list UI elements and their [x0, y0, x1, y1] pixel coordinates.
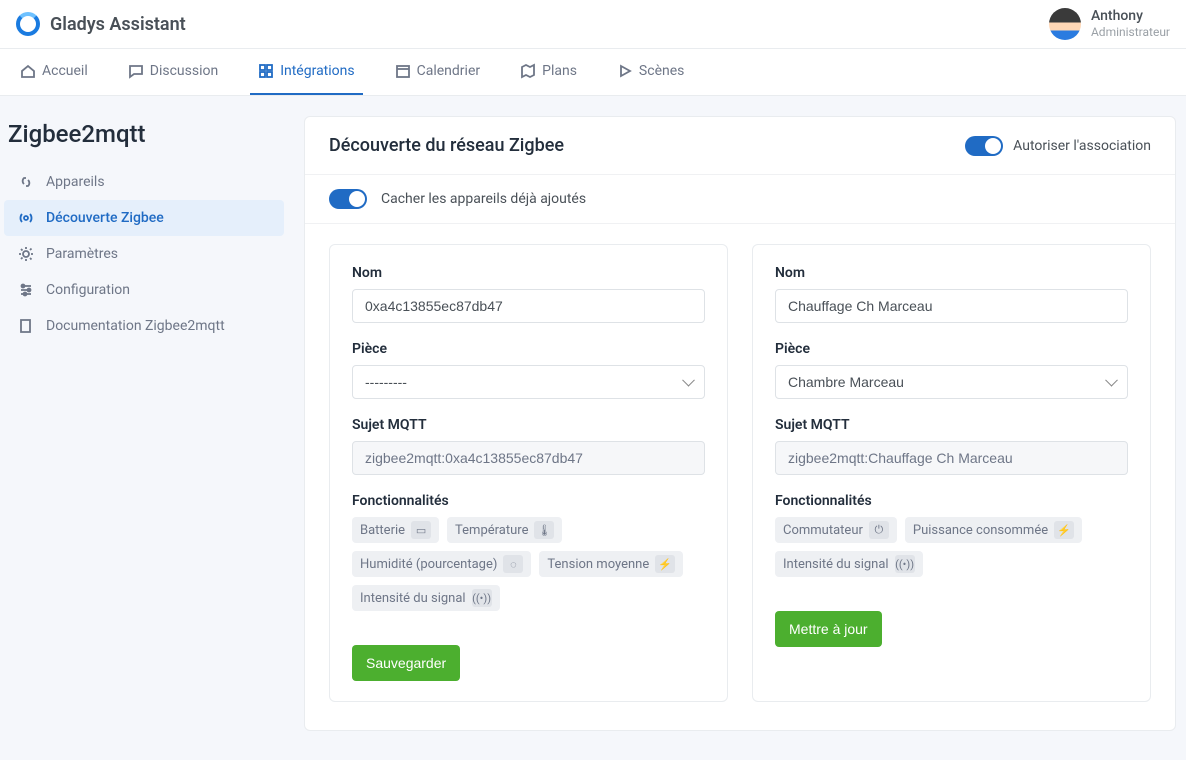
sidebar-item-decouverte[interactable]: Découverte Zigbee [4, 200, 284, 236]
mqtt-input [775, 441, 1128, 475]
feature-tag: Tension moyenne⚡ [539, 551, 683, 577]
link-icon [18, 174, 34, 190]
broadcast-icon [18, 210, 34, 226]
user-name: Anthony [1091, 8, 1170, 25]
mqtt-input [352, 441, 705, 475]
nav-label: Accueil [42, 63, 88, 79]
sidebar: Zigbee2mqtt Appareils Découverte Zigbee … [0, 96, 300, 751]
chat-icon [128, 63, 144, 79]
feature-tag: Intensité du signal((•)) [775, 551, 923, 577]
power-icon: ⏻ [869, 521, 889, 539]
mqtt-label: Sujet MQTT [775, 417, 1128, 433]
top-nav: Accueil Discussion Intégrations Calendri… [0, 49, 1186, 96]
user-menu[interactable]: Anthony Administrateur [1049, 8, 1170, 40]
avatar [1049, 8, 1081, 40]
logo-icon [16, 12, 40, 36]
nav-plans[interactable]: Plans [512, 49, 585, 95]
grid-icon [258, 63, 274, 79]
bolt-icon: ⚡ [655, 555, 675, 573]
brand-text: Gladys Assistant [50, 14, 186, 35]
sidebar-item-label: Documentation Zigbee2mqtt [46, 318, 225, 334]
room-label: Pièce [352, 341, 705, 357]
nav-discussion[interactable]: Discussion [120, 49, 226, 95]
room-select[interactable] [775, 365, 1128, 399]
device-card: Nom Pièce Sujet MQTT Fonctionna [329, 244, 728, 702]
nav-label: Scènes [639, 63, 684, 79]
feature-tag: Commutateur⏻ [775, 517, 897, 543]
user-role: Administrateur [1091, 25, 1170, 39]
name-input[interactable] [775, 289, 1128, 323]
device-card: Nom Pièce Sujet MQTT Fonctionna [752, 244, 1151, 702]
nav-label: Plans [542, 63, 577, 79]
droplet-icon: ◌ [503, 555, 523, 573]
nav-label: Intégrations [280, 63, 354, 79]
permit-join-label: Autoriser l'association [1013, 138, 1151, 154]
nav-scenes[interactable]: Scènes [609, 49, 692, 95]
map-icon [520, 63, 536, 79]
nav-integrations[interactable]: Intégrations [250, 49, 362, 95]
signal-icon: ((•)) [472, 589, 492, 607]
battery-icon: ▭ [411, 521, 431, 539]
thermometer-icon: 🌡 [534, 521, 554, 539]
update-button[interactable]: Mettre à jour [775, 611, 882, 647]
sidebar-item-label: Découverte Zigbee [46, 210, 164, 226]
panel-title: Découverte du réseau Zigbee [329, 135, 564, 156]
name-label: Nom [775, 265, 1128, 281]
brand[interactable]: Gladys Assistant [16, 12, 186, 36]
sidebar-item-configuration[interactable]: Configuration [4, 272, 284, 308]
room-label: Pièce [775, 341, 1128, 357]
home-icon [20, 63, 36, 79]
mqtt-label: Sujet MQTT [352, 417, 705, 433]
hide-added-label: Cacher les appareils déjà ajoutés [381, 191, 586, 207]
sliders-icon [18, 282, 34, 298]
sidebar-item-label: Configuration [46, 282, 130, 298]
gear-icon [18, 246, 34, 262]
nav-label: Discussion [150, 63, 218, 79]
features-label: Fonctionnalités [775, 493, 1128, 509]
feature-tag: Humidité (pourcentage)◌ [352, 551, 531, 577]
book-icon [18, 318, 34, 334]
play-icon [617, 63, 633, 79]
signal-icon: ((•)) [895, 555, 915, 573]
sidebar-item-parametres[interactable]: Paramètres [4, 236, 284, 272]
feature-tag: Batterie▭ [352, 517, 439, 543]
calendar-icon [395, 63, 411, 79]
room-select[interactable] [352, 365, 705, 399]
nav-calendrier[interactable]: Calendrier [387, 49, 489, 95]
save-button[interactable]: Sauvegarder [352, 645, 460, 681]
sidebar-item-label: Paramètres [46, 246, 118, 262]
sidebar-item-documentation[interactable]: Documentation Zigbee2mqtt [4, 308, 284, 344]
name-label: Nom [352, 265, 705, 281]
feature-tag: Intensité du signal((•)) [352, 585, 500, 611]
sidebar-title: Zigbee2mqtt [4, 120, 284, 164]
hide-added-toggle[interactable] [329, 189, 367, 209]
permit-join-toggle[interactable] [965, 136, 1003, 156]
nav-label: Calendrier [417, 63, 481, 79]
feature-tag: Puissance consommée⚡ [905, 517, 1082, 543]
sidebar-item-label: Appareils [46, 174, 105, 190]
discovery-panel: Découverte du réseau Zigbee Autoriser l'… [304, 116, 1176, 731]
name-input[interactable] [352, 289, 705, 323]
nav-accueil[interactable]: Accueil [12, 49, 96, 95]
features-label: Fonctionnalités [352, 493, 705, 509]
header: Gladys Assistant Anthony Administrateur [0, 0, 1186, 49]
feature-tag: Température🌡 [447, 517, 562, 543]
bolt-icon: ⚡ [1054, 521, 1074, 539]
sidebar-item-appareils[interactable]: Appareils [4, 164, 284, 200]
